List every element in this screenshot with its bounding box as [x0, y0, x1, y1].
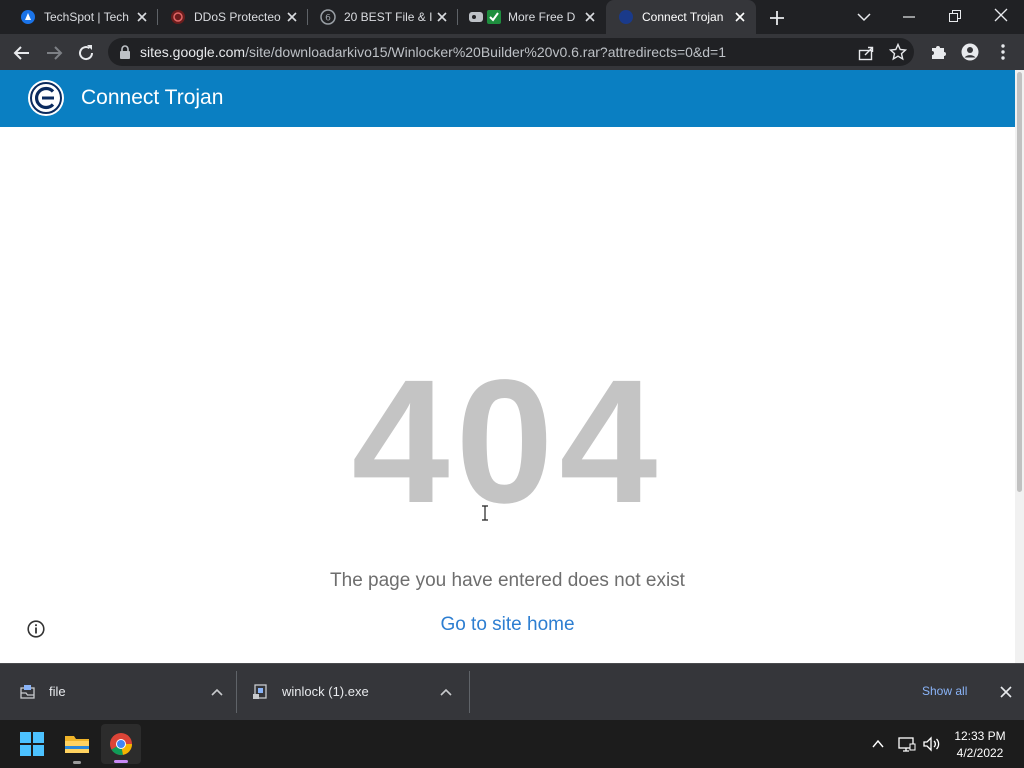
clock-time: 12:33 PM [954, 729, 1006, 743]
extensions-button[interactable] [929, 43, 947, 61]
show-all-button[interactable]: Show all [922, 684, 967, 698]
share-button[interactable] [857, 44, 875, 62]
file-explorer-button[interactable] [64, 732, 90, 756]
tab-title: Connect Trojan [642, 10, 724, 24]
bookmark-button[interactable] [888, 42, 908, 61]
divider [469, 671, 470, 713]
close-tab-icon[interactable] [284, 9, 300, 25]
info-icon [27, 620, 45, 638]
profile-button[interactable] [961, 43, 979, 61]
tab-title: 20 BEST File & I [344, 10, 433, 24]
chevron-up-icon[interactable] [439, 685, 453, 699]
download-item[interactable]: winlock (1).exe [237, 663, 469, 720]
plus-icon [770, 11, 784, 25]
running-indicator [73, 761, 81, 764]
download-filename: winlock (1).exe [282, 684, 369, 699]
site-title[interactable]: Connect Trojan [81, 86, 223, 110]
chrome-icon [110, 733, 133, 756]
chevron-up-icon[interactable] [210, 685, 224, 699]
logo-icon [28, 80, 64, 116]
restore-icon [949, 10, 961, 22]
chevron-down-icon [857, 13, 871, 22]
tab-title: DDoS Protecteo [194, 10, 281, 24]
techspot-icon [20, 9, 36, 25]
shield-icon [170, 9, 186, 25]
close-tab-icon[interactable] [434, 9, 450, 25]
arrow-right-icon [47, 46, 63, 60]
tab-search-button[interactable] [855, 8, 873, 26]
scrollbar-thumb[interactable] [1017, 72, 1022, 492]
close-window-button[interactable] [992, 6, 1010, 24]
tab-ddos[interactable]: DDoS Protecteo [158, 0, 308, 34]
arrow-left-icon [13, 46, 29, 60]
clock-date: 4/2/2022 [956, 746, 1004, 760]
download-filename: file [49, 684, 66, 699]
tab-connect-trojan[interactable]: Connect Trojan [606, 0, 756, 34]
active-indicator [114, 760, 128, 763]
url-domain: sites.google.com [140, 44, 246, 60]
folder-icon [65, 736, 89, 753]
start-button[interactable] [20, 732, 44, 756]
go-home-link-text[interactable]: Go to site home [440, 614, 574, 635]
site-logo[interactable] [27, 79, 65, 117]
download-item[interactable]: file [0, 663, 236, 720]
url-path: /site/downloadarkivo15/Winlocker%20Build… [245, 44, 726, 60]
windows-icon [20, 732, 44, 756]
tab-title: TechSpot | Tech [44, 10, 129, 24]
globe-icon: 6 [320, 9, 336, 25]
close-icon [994, 8, 1008, 22]
network-icon[interactable] [898, 735, 916, 753]
share-icon [858, 46, 874, 61]
close-icon [1000, 686, 1012, 698]
error-message: The page you have entered does not exist [330, 570, 685, 591]
minimize-button[interactable] [900, 8, 918, 26]
volume-icon[interactable] [922, 735, 942, 753]
go-home-link[interactable]: Go to site home [0, 614, 1015, 636]
show-hidden-icons-button[interactable] [871, 737, 885, 751]
close-tab-icon[interactable] [582, 9, 598, 25]
forward-button[interactable] [44, 43, 64, 63]
reload-icon [79, 45, 94, 61]
new-tab-button[interactable] [767, 8, 787, 28]
back-button[interactable] [12, 43, 32, 63]
address-bar[interactable]: sites.google.com/site/downloadarkivo15/W… [108, 38, 914, 66]
puzzle-icon [932, 46, 946, 59]
kebab-menu-icon [1001, 44, 1005, 60]
check-icon [468, 9, 502, 25]
tab-best-file[interactable]: 6 20 BEST File & I [308, 0, 458, 34]
url-text: sites.google.com/site/downloadarkivo15/W… [140, 44, 726, 60]
text-cursor-icon [481, 505, 489, 521]
tab-techspot[interactable]: TechSpot | Tech [8, 0, 158, 34]
restore-button[interactable] [946, 7, 964, 25]
star-icon [888, 42, 908, 61]
svg-text:6: 6 [325, 14, 331, 24]
menu-button[interactable] [995, 43, 1011, 61]
profile-icon [961, 43, 979, 61]
close-tab-icon[interactable] [134, 9, 150, 25]
chrome-taskbar-button[interactable] [101, 724, 141, 764]
file-icon [20, 684, 36, 700]
system-clock[interactable]: 12:33 PM 4/2/2022 [948, 729, 1012, 760]
lock-icon [119, 45, 131, 59]
error-code: 404 [351, 344, 664, 540]
chevron-up-icon [872, 739, 884, 748]
site-icon [618, 9, 634, 25]
site-info-button[interactable] [27, 620, 45, 638]
tab-title: More Free D [508, 10, 576, 24]
close-tab-icon[interactable] [732, 9, 748, 25]
exe-file-icon [253, 683, 269, 700]
close-shelf-button[interactable] [999, 685, 1013, 699]
reload-button[interactable] [76, 43, 96, 63]
tab-more-free[interactable]: More Free D [458, 0, 606, 34]
minimize-icon [903, 16, 915, 18]
